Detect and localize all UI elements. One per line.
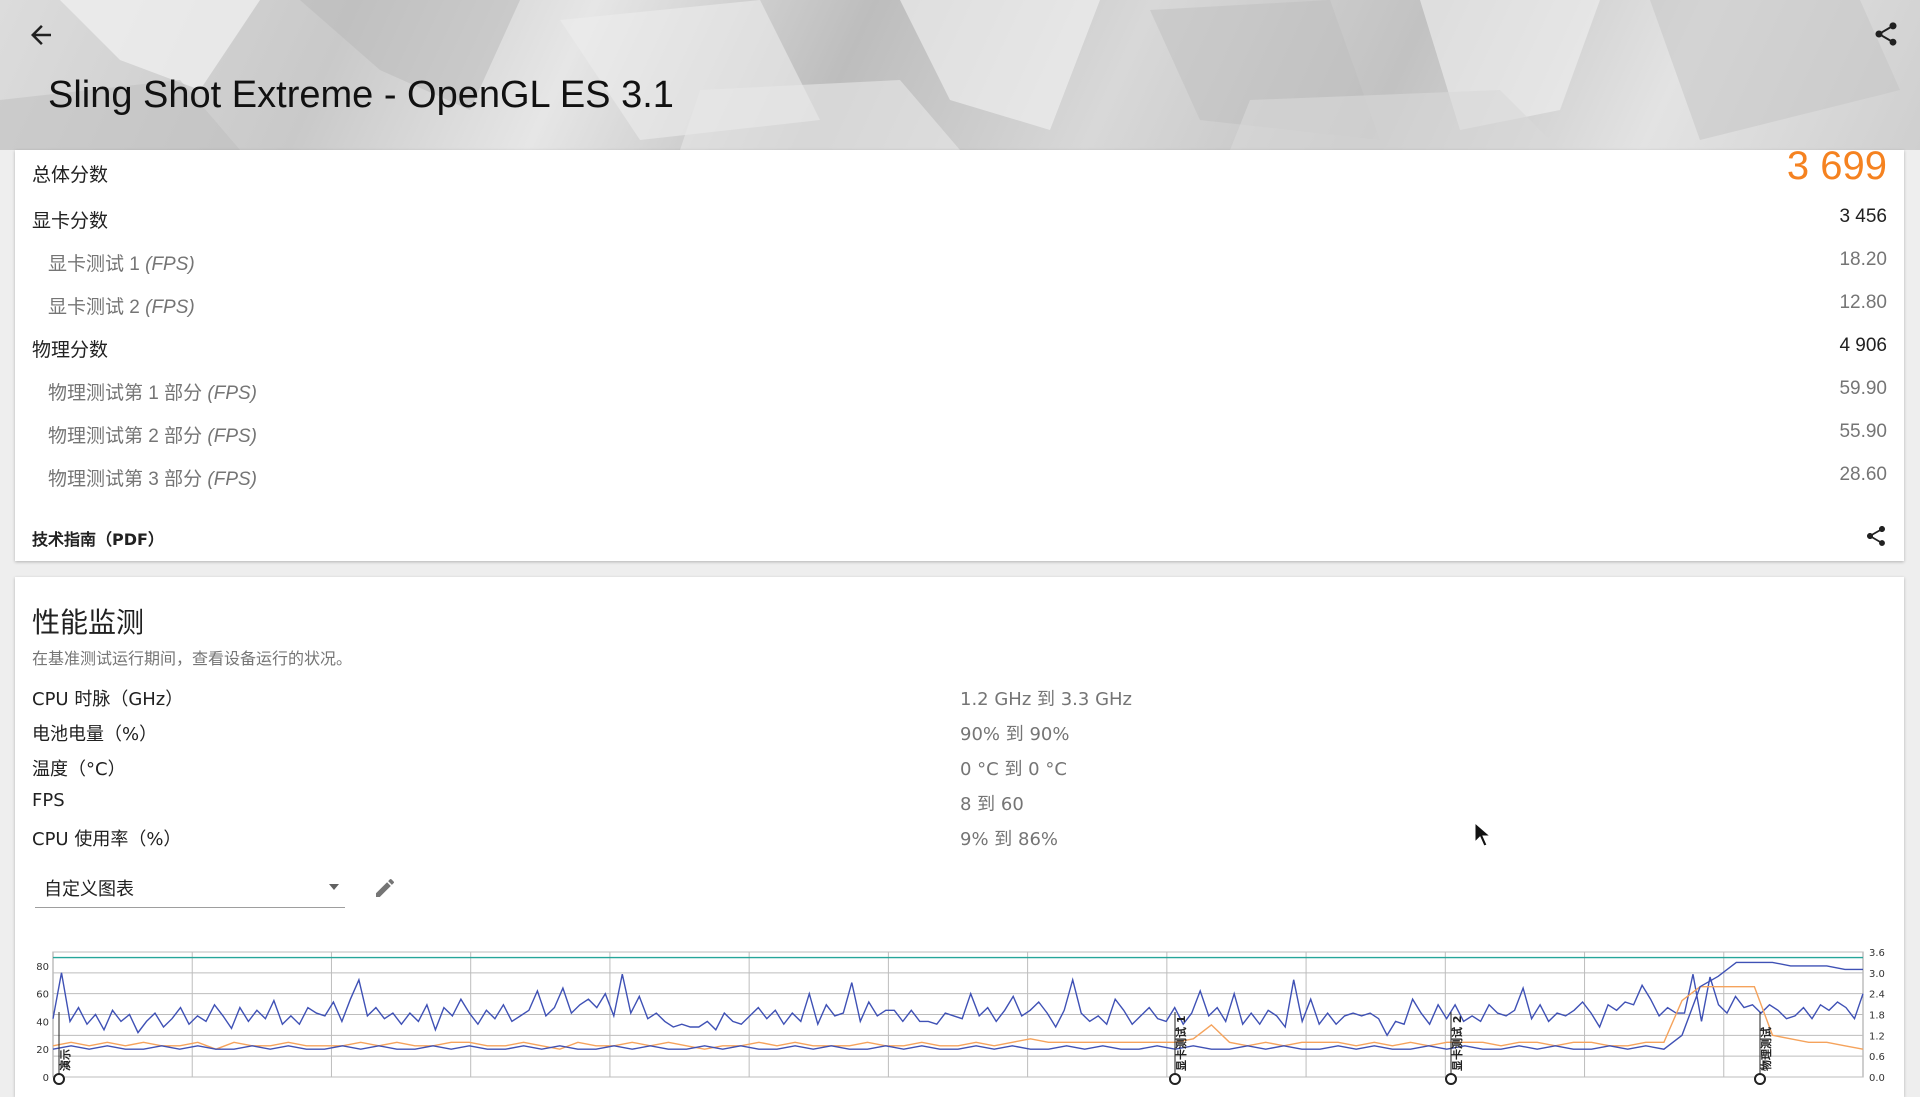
physics-test3-row: 物理测试第 3 部分 (FPS) 28.60	[15, 454, 1904, 494]
right-axis-tick-label: 2.4	[1869, 990, 1885, 1001]
fps-unit: (FPS)	[145, 254, 195, 275]
technical-guide-row[interactable]: 技术指南（PDF）	[15, 514, 1904, 554]
total-score-label: 总体分数	[32, 165, 109, 186]
series-line	[52, 961, 1863, 1050]
stat-value: 8 到 60	[960, 794, 1024, 815]
score-card: 总体分数 3 699 显卡分数 3 456 显卡测试 1 (FPS) 18.20…	[15, 144, 1904, 561]
stat-row-fps: FPS 8 到 60	[15, 786, 1904, 816]
physics-test2-row: 物理测试第 2 部分 (FPS) 55.90	[15, 411, 1904, 451]
total-score-row: 总体分数 3 699	[15, 144, 1904, 190]
marker-pin	[1445, 1073, 1457, 1085]
back-button[interactable]	[26, 20, 56, 50]
graphics-test1-value: 18.20	[1839, 249, 1887, 270]
section-description: 在基准测试运行期间，查看设备运行的状况。	[32, 649, 353, 668]
physics-test1-label: 物理测试第 1 部分 (FPS)	[48, 383, 258, 404]
chevron-down-icon	[329, 884, 339, 890]
stat-value: 0 °C 到 0 °C	[960, 759, 1067, 780]
physics-test3-value: 28.60	[1839, 464, 1887, 485]
series-line	[52, 972, 1864, 1037]
physics-test1-value: 59.90	[1839, 378, 1887, 399]
physics-test2-value: 55.90	[1839, 421, 1887, 442]
right-axis-tick-label: 0.6	[1869, 1052, 1885, 1063]
marker-label: 物理测试	[1759, 1027, 1773, 1071]
physics-score-value: 4 906	[1839, 335, 1887, 356]
graphics-test1-row: 显卡测试 1 (FPS) 18.20	[15, 239, 1904, 279]
right-axis-tick-label: 0.0	[1869, 1073, 1885, 1084]
dropdown-value: 自定义图表	[44, 879, 134, 900]
left-axis-tick-label: 80	[36, 962, 49, 973]
marker-label: 显卡测试 1	[1174, 1016, 1188, 1071]
share-icon	[1875, 22, 1897, 46]
left-axis-tick-label: 40	[36, 1017, 49, 1028]
physics-test3-label: 物理测试第 3 部分 (FPS)	[48, 469, 258, 490]
performance-chart: 3.6 3.0 2.4 1.8 1.2 0.6 0.0 80 60 40 20 0 演示 显卡测试 1 显卡…	[36, 948, 1885, 1085]
marker-pin	[53, 1073, 65, 1085]
physics-score-label: 物理分数	[32, 340, 109, 361]
stat-label: 温度（°C）	[32, 759, 126, 780]
performance-monitor-card: 性能监测 在基准测试运行期间，查看设备运行的状况。 CPU 时脉（GHz） 1.…	[15, 577, 1904, 1097]
chart-type-dropdown[interactable]: 自定义图表	[35, 867, 345, 908]
graphics-test2-row: 显卡测试 2 (FPS) 12.80	[15, 282, 1904, 322]
total-score-value: 3 699	[1786, 144, 1887, 188]
physics-test1-row: 物理测试第 1 部分 (FPS) 59.90	[15, 368, 1904, 408]
right-axis-tick-label: 1.8	[1869, 1011, 1885, 1022]
left-axis-tick-label: 60	[36, 990, 49, 1001]
share-icon	[1867, 526, 1885, 546]
stat-value: 1.2 GHz 到 3.3 GHz	[960, 689, 1133, 710]
edit-chart-button[interactable]	[373, 876, 397, 900]
pencil-icon	[376, 878, 395, 897]
stat-label: CPU 使用率（%）	[32, 829, 182, 850]
graphics-test2-value: 12.80	[1839, 292, 1887, 313]
fps-unit: (FPS)	[207, 469, 258, 490]
fps-unit: (FPS)	[207, 383, 258, 404]
marker-pin	[1754, 1073, 1766, 1085]
right-axis-tick-label: 3.0	[1869, 969, 1885, 980]
left-axis-tick-label: 0	[43, 1073, 49, 1084]
graphics-score-row: 显卡分数 3 456	[15, 196, 1904, 236]
graphics-score-label: 显卡分数	[32, 211, 109, 232]
left-axis-tick-label: 20	[36, 1045, 49, 1056]
stat-label: CPU 时脉（GHz）	[32, 689, 184, 710]
fps-unit: (FPS)	[145, 297, 195, 318]
graphics-test2-label: 显卡测试 2 (FPS)	[48, 297, 195, 318]
fps-unit: (FPS)	[207, 426, 258, 447]
graphics-score-value: 3 456	[1839, 206, 1887, 227]
graphics-test1-label: 显卡测试 1 (FPS)	[48, 254, 195, 275]
right-axis-tick-label: 1.2	[1869, 1031, 1885, 1042]
stat-value: 90% 到 90%	[960, 724, 1070, 745]
stat-row-battery: 电池电量（%） 90% 到 90%	[15, 716, 1904, 746]
physics-score-row: 物理分数 4 906	[15, 325, 1904, 365]
marker-pin	[1169, 1073, 1181, 1085]
marker-label: 显卡测试 2	[1450, 1016, 1464, 1071]
page-title: Sling Shot Extreme - OpenGL ES 3.1	[48, 74, 674, 116]
physics-test2-label: 物理测试第 2 部分 (FPS)	[48, 426, 258, 447]
share-button[interactable]	[1872, 20, 1902, 50]
stat-value: 9% 到 86%	[960, 829, 1059, 850]
stat-label: FPS	[32, 790, 65, 811]
stat-label: 电池电量（%）	[32, 724, 158, 745]
marker-label: 演示	[58, 1049, 72, 1071]
pdf-share-button[interactable]	[1864, 524, 1888, 548]
stat-row-cpu-usage: CPU 使用率（%） 9% 到 86%	[15, 821, 1904, 851]
arrow-left-icon	[31, 25, 51, 45]
header-banner: Sling Shot Extreme - OpenGL ES 3.1	[0, 0, 1920, 150]
technical-guide-link[interactable]: 技术指南（PDF）	[32, 526, 164, 550]
stat-row-cpu-clock: CPU 时脉（GHz） 1.2 GHz 到 3.3 GHz	[15, 681, 1904, 711]
mouse-cursor-icon	[1474, 822, 1492, 847]
section-title: 性能监测	[32, 606, 145, 639]
stat-row-temperature: 温度（°C） 0 °C 到 0 °C	[15, 751, 1904, 781]
right-axis-tick-label: 3.6	[1869, 948, 1885, 959]
